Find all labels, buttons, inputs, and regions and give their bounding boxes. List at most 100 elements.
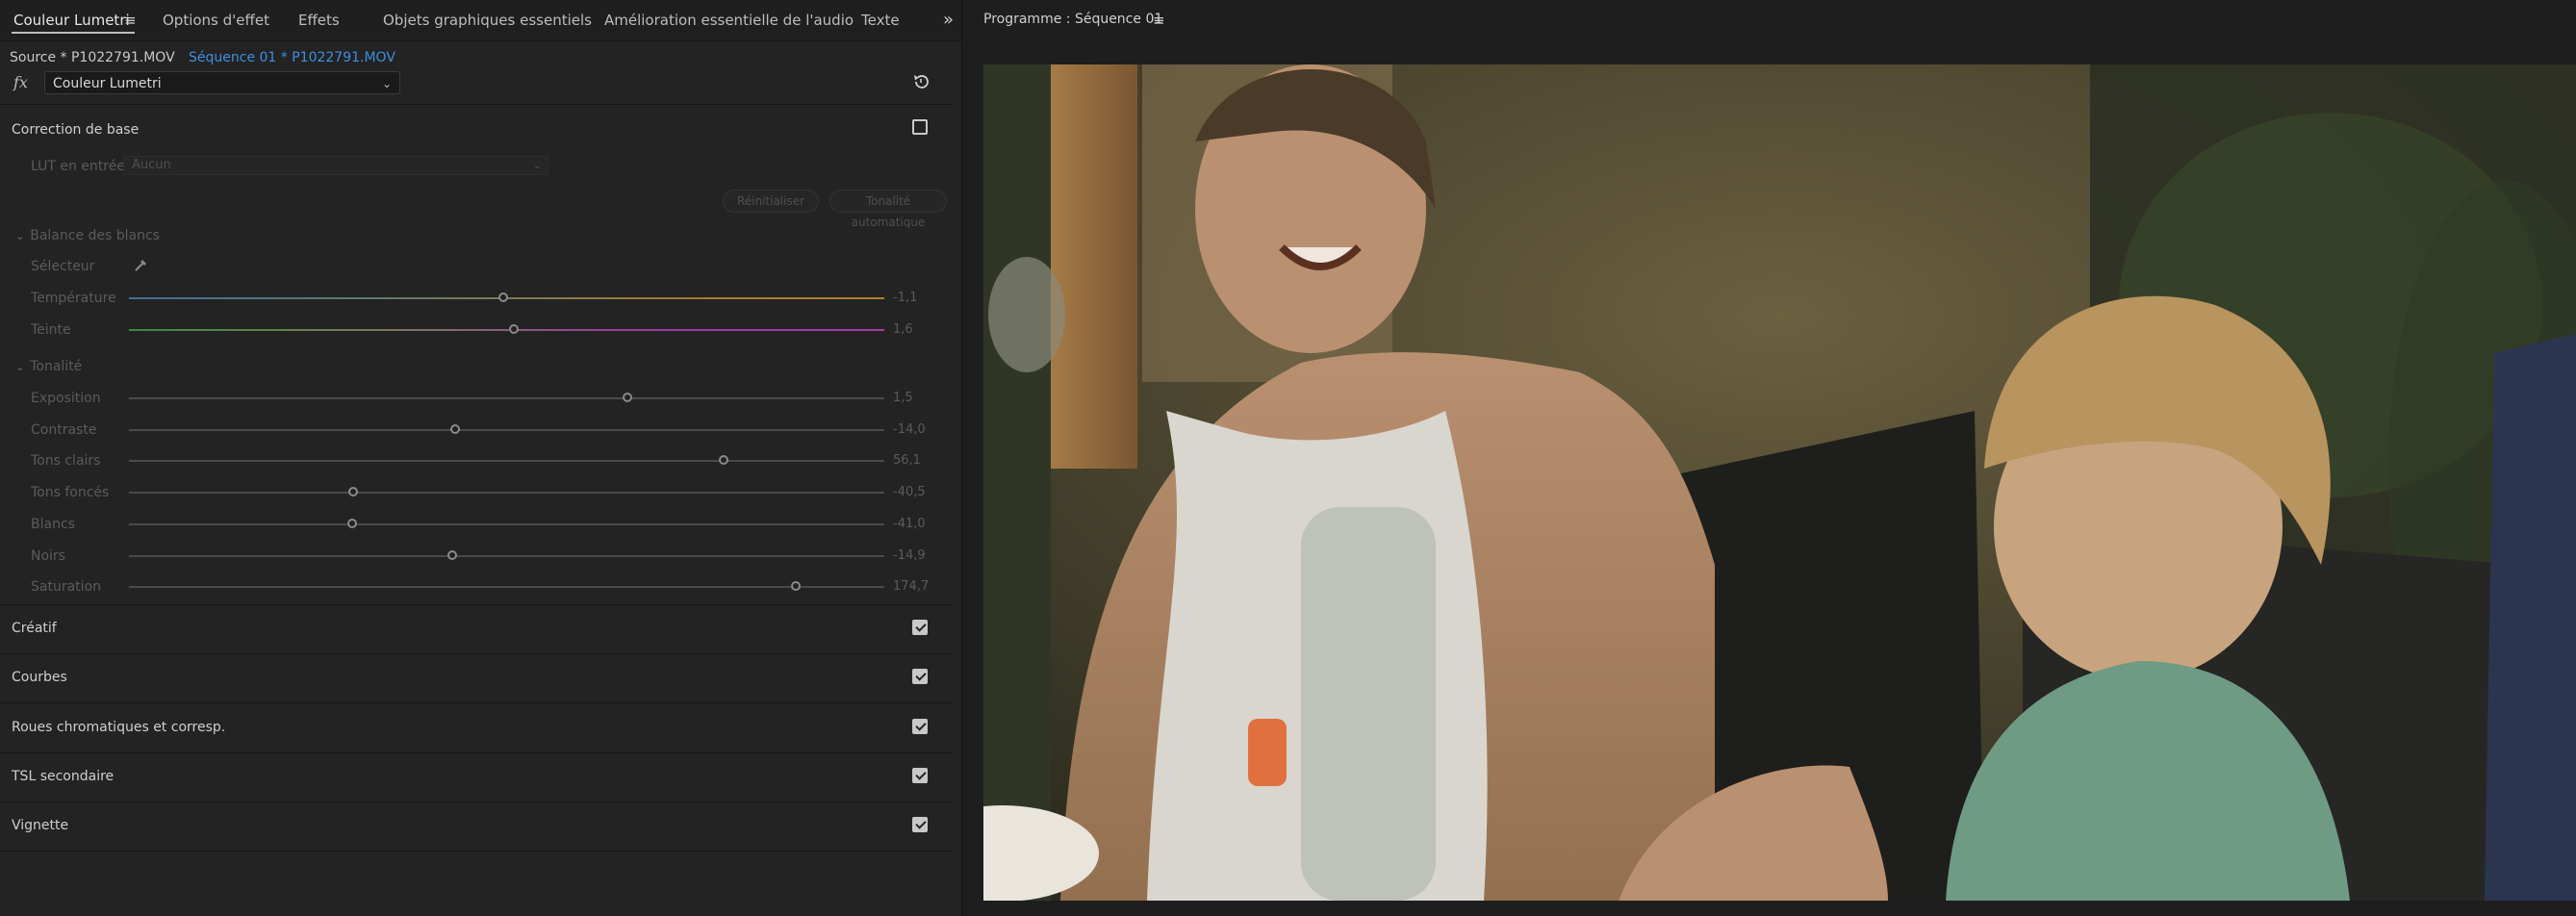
slider-row-5: Noirs -14,9 bbox=[0, 547, 961, 566]
slider-row-0: Température -1,1 bbox=[0, 289, 961, 308]
program-menu-icon[interactable]: ≡ bbox=[1153, 12, 1165, 29]
effect-select[interactable]: Couleur Lumetri ⌄ bbox=[44, 71, 400, 94]
section-title[interactable]: Créatif bbox=[12, 619, 57, 638]
slider-track[interactable] bbox=[129, 397, 884, 399]
slider-track[interactable] bbox=[129, 460, 884, 463]
slider-thumb[interactable] bbox=[450, 423, 461, 434]
slider-row-2: Tons clairs 56,1 bbox=[0, 451, 961, 471]
slider-row-4: Blancs -41,0 bbox=[0, 515, 961, 534]
slider-label: Saturation bbox=[31, 579, 101, 596]
slider-track[interactable] bbox=[129, 522, 884, 525]
slider-label: Blancs bbox=[31, 516, 75, 532]
video-frame-image bbox=[983, 64, 2576, 901]
tab-objets-graphiques[interactable]: Objets graphiques essentiels bbox=[383, 0, 592, 40]
lut-select-value: Aucun bbox=[132, 158, 171, 172]
slider-track[interactable] bbox=[129, 428, 884, 431]
slider-value[interactable]: -14,0 bbox=[893, 420, 926, 440]
slider-value[interactable]: 56,1 bbox=[893, 451, 921, 471]
active-tab-indicator bbox=[12, 32, 135, 34]
divider bbox=[0, 751, 954, 753]
tab-options-effet[interactable]: Options d'effet bbox=[163, 0, 269, 40]
chevron-down-icon: ⌄ bbox=[15, 230, 25, 242]
tab-overflow-chevron-icon[interactable]: » bbox=[943, 0, 954, 40]
slider-label: Tons clairs bbox=[31, 453, 101, 470]
slider-thumb[interactable] bbox=[497, 293, 508, 302]
divider bbox=[0, 851, 954, 852]
section-enable-checkbox[interactable] bbox=[912, 817, 928, 833]
fx-icon: fx bbox=[13, 73, 28, 91]
slider-track[interactable] bbox=[129, 329, 884, 331]
video-frame[interactable] bbox=[983, 64, 2576, 901]
slider-track[interactable] bbox=[129, 586, 884, 589]
section-basic-correction-title[interactable]: Correction de base bbox=[12, 120, 139, 140]
slider-value[interactable]: -14,9 bbox=[893, 547, 926, 566]
chevron-down-icon: ⌄ bbox=[381, 77, 392, 90]
slider-value[interactable]: 1,6 bbox=[893, 320, 913, 340]
slider-label: Exposition bbox=[31, 391, 101, 406]
lut-select[interactable]: Aucun ⌄ bbox=[123, 156, 548, 175]
slider-value[interactable]: 1,5 bbox=[893, 389, 913, 408]
chevron-down-icon: ⌄ bbox=[532, 159, 542, 171]
divider bbox=[0, 604, 954, 605]
section-title[interactable]: TSL secondaire bbox=[12, 767, 114, 786]
white-balance-header[interactable]: ⌄ Balance des blancs bbox=[15, 227, 160, 245]
effect-select-value: Couleur Lumetri bbox=[53, 76, 162, 91]
slider-track[interactable] bbox=[129, 492, 884, 495]
lumetri-panel: Couleur Lumetri ≡ Options d'effet Effets… bbox=[0, 0, 962, 916]
divider bbox=[0, 104, 954, 105]
tone-header[interactable]: ⌄ Tonalité bbox=[15, 358, 82, 376]
sequence-clip-link[interactable]: Séquence 01 * P1022791.MOV bbox=[189, 46, 395, 69]
slider-thumb[interactable] bbox=[718, 455, 728, 466]
basic-correction-checkbox[interactable] bbox=[912, 119, 928, 135]
white-balance-title: Balance des blancs bbox=[30, 228, 160, 243]
slider-label: Température bbox=[31, 291, 116, 306]
slider-row-1: Contraste -14,0 bbox=[0, 420, 961, 440]
slider-thumb[interactable] bbox=[791, 581, 802, 592]
tab-menu-icon[interactable]: ≡ bbox=[124, 12, 137, 29]
slider-thumb[interactable] bbox=[348, 487, 359, 497]
source-dropdown-chevron-icon[interactable]: ⌄ bbox=[166, 46, 174, 69]
auto-tone-button[interactable]: Tonalité automatique bbox=[829, 190, 947, 229]
slider-value[interactable]: -41,0 bbox=[893, 515, 926, 534]
divider bbox=[0, 702, 954, 704]
selector-label: Sélecteur bbox=[31, 259, 95, 274]
slider-row-0: Exposition 1,5 bbox=[0, 389, 961, 408]
slider-thumb[interactable] bbox=[623, 393, 633, 402]
section-enable-checkbox[interactable] bbox=[912, 620, 928, 635]
slider-label: Teinte bbox=[31, 322, 71, 338]
source-clip-label[interactable]: Source * P1022791.MOV bbox=[10, 46, 175, 69]
section-enable-checkbox[interactable] bbox=[912, 718, 928, 734]
effect-row: fx Couleur Lumetri ⌄ bbox=[0, 71, 961, 96]
slider-value[interactable]: -40,5 bbox=[893, 483, 926, 502]
slider-track[interactable] bbox=[129, 554, 884, 557]
slider-row-3: Tons foncés -40,5 bbox=[0, 483, 961, 502]
reset-button[interactable]: Réinitialiser bbox=[723, 190, 819, 213]
tab-amelioration-audio[interactable]: Amélioration essentielle de l'audio bbox=[604, 0, 854, 40]
divider bbox=[0, 653, 954, 654]
section-enable-checkbox[interactable] bbox=[912, 669, 928, 685]
slider-label: Noirs bbox=[31, 547, 65, 564]
tab-couleur-lumetri[interactable]: Couleur Lumetri bbox=[13, 0, 130, 40]
tab-texte[interactable]: Texte bbox=[861, 0, 900, 40]
section-title[interactable]: Roues chromatiques et corresp. bbox=[12, 718, 225, 737]
tone-title: Tonalité bbox=[30, 359, 83, 374]
section-enable-checkbox[interactable] bbox=[912, 767, 928, 783]
slider-thumb[interactable] bbox=[346, 518, 357, 528]
section-title[interactable]: Vignette bbox=[12, 816, 68, 835]
slider-row-6: Saturation 174,7 bbox=[0, 577, 961, 597]
eyedropper-icon[interactable] bbox=[133, 256, 150, 273]
slider-label: Tons foncés bbox=[31, 485, 110, 501]
source-breadcrumb: Source * P1022791.MOV ⌄ Séquence 01 * P1… bbox=[0, 46, 961, 69]
reset-effect-icon[interactable] bbox=[910, 71, 931, 92]
slider-thumb[interactable] bbox=[446, 549, 457, 560]
slider-row-1: Teinte 1,6 bbox=[0, 320, 961, 340]
tab-effets[interactable]: Effets bbox=[298, 0, 340, 40]
program-monitor-title[interactable]: Programme : Séquence 01 bbox=[983, 12, 1162, 27]
slider-thumb[interactable] bbox=[509, 324, 520, 334]
lut-label: LUT en entrée bbox=[31, 159, 125, 174]
slider-value[interactable]: -1,1 bbox=[893, 289, 917, 308]
section-title[interactable]: Courbes bbox=[12, 668, 67, 687]
panel-tab-bar: Couleur Lumetri ≡ Options d'effet Effets… bbox=[0, 0, 961, 41]
program-monitor: Programme : Séquence 01 ≡ bbox=[970, 0, 2576, 916]
slider-value[interactable]: 174,7 bbox=[893, 577, 929, 597]
